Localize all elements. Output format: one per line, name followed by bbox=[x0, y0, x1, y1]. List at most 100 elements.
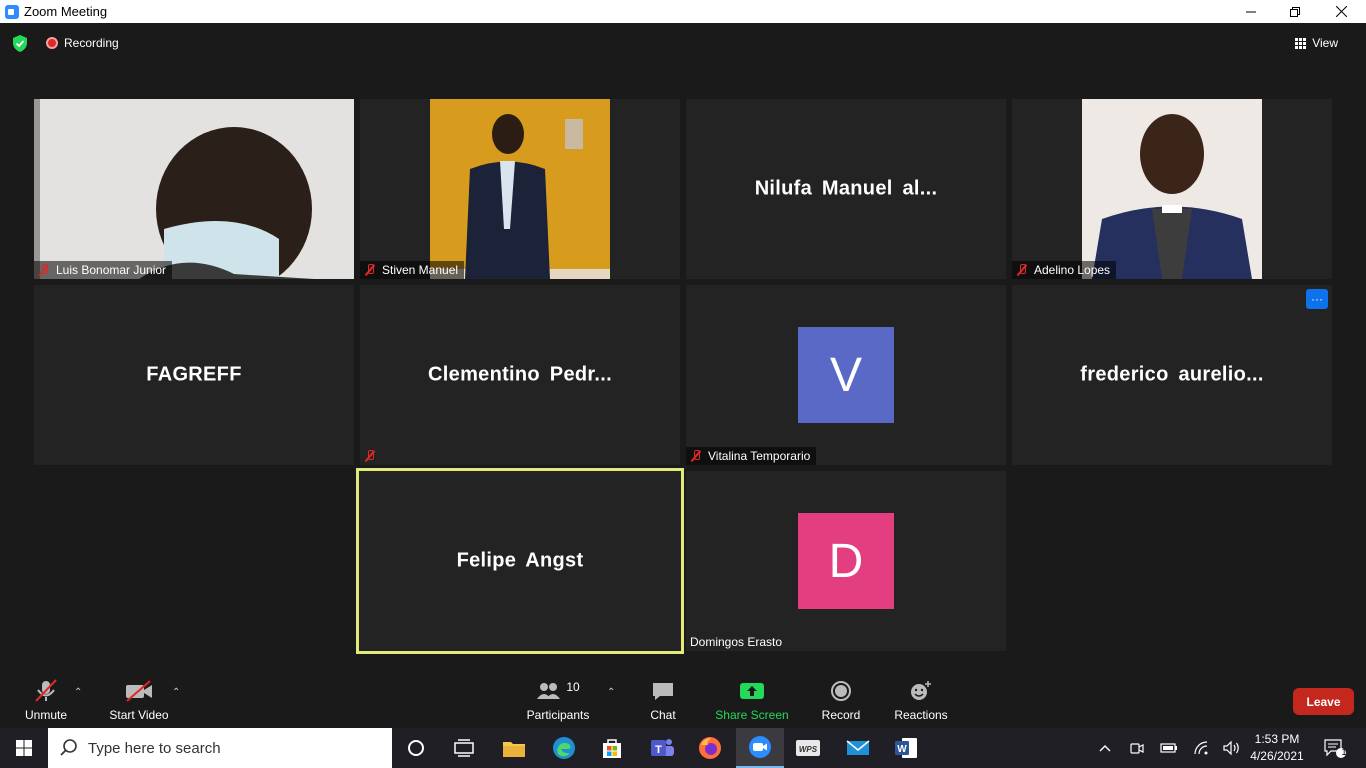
unmute-button[interactable]: Unmute bbox=[18, 677, 74, 728]
video-tile-stiven[interactable]: Stiven Manuel bbox=[360, 99, 680, 279]
volume-tray-button[interactable] bbox=[1221, 728, 1243, 768]
meet-now-tray-button[interactable] bbox=[1126, 728, 1148, 768]
share-screen-label: Share Screen bbox=[715, 708, 789, 722]
wps-office-button[interactable]: WPS bbox=[784, 728, 832, 768]
participants-options-caret-icon[interactable]: ⌃ bbox=[607, 687, 615, 698]
participant-name-label: Adelino Lopes bbox=[1012, 261, 1117, 279]
firefox-icon bbox=[699, 737, 721, 759]
teams-icon: T bbox=[651, 739, 674, 756]
teams-button[interactable]: T bbox=[638, 728, 686, 768]
participant-video bbox=[1082, 99, 1262, 279]
view-button[interactable]: View bbox=[1295, 36, 1338, 50]
participant-name: Domingos Erasto bbox=[690, 635, 783, 649]
word-icon: W bbox=[895, 738, 917, 758]
video-tile-felipe-active-speaker[interactable]: Felipe Angst bbox=[356, 468, 684, 654]
word-button[interactable]: W bbox=[882, 728, 930, 768]
recording-dot-icon bbox=[46, 37, 58, 49]
meeting-topbar: Recording View bbox=[0, 23, 1366, 63]
leave-button[interactable]: Leave bbox=[1293, 688, 1354, 715]
store-bag-icon bbox=[603, 739, 621, 758]
edge-icon bbox=[553, 737, 575, 759]
notification-count-badge: 1 bbox=[1341, 747, 1347, 757]
start-video-label: Start Video bbox=[109, 708, 169, 722]
record-label: Record bbox=[821, 708, 861, 722]
participant-name: Vitalina Temporario bbox=[708, 449, 811, 463]
clock-time: 1:53 PM bbox=[1254, 732, 1300, 746]
participant-name-label: Luis Bonomar Junior bbox=[34, 261, 173, 279]
firefox-button[interactable] bbox=[686, 728, 734, 768]
participant-name-label: Domingos Erasto bbox=[686, 633, 788, 651]
search-icon bbox=[60, 739, 77, 756]
svg-text:W: W bbox=[897, 744, 907, 755]
share-screen-button[interactable]: Share Screen bbox=[713, 677, 791, 728]
encryption-shield-icon[interactable] bbox=[12, 35, 28, 52]
view-label: View bbox=[1312, 36, 1338, 50]
video-tile-fagreff[interactable]: FAGREFF bbox=[34, 285, 354, 465]
mail-envelope-icon bbox=[846, 740, 870, 755]
video-tile-vitalina[interactable]: V Vitalina Temporario bbox=[686, 285, 1006, 465]
camera-tray-icon bbox=[1130, 743, 1144, 754]
participant-display-name: FAGREFF bbox=[146, 363, 242, 386]
participants-count: 10 bbox=[566, 680, 580, 694]
start-video-button[interactable]: Start Video bbox=[105, 677, 173, 728]
video-options-caret-icon[interactable]: ⌃ bbox=[172, 687, 180, 698]
zoom-taskbar-button[interactable] bbox=[736, 728, 784, 768]
participants-icon bbox=[537, 683, 561, 699]
search-placeholder: Type here to search bbox=[88, 739, 221, 757]
recording-label: Recording bbox=[64, 36, 119, 50]
participant-name: Stiven Manuel bbox=[382, 263, 459, 277]
reactions-button[interactable]: Reactions bbox=[892, 677, 950, 728]
speaker-volume-icon bbox=[1223, 741, 1239, 755]
participant-display-name: Nilufa Manuel al... bbox=[754, 177, 938, 200]
show-hidden-icons-button[interactable] bbox=[1094, 728, 1116, 768]
muted-mic-icon bbox=[364, 450, 376, 462]
meeting-toolbar: Unmute ⌃ Start Video ⌃ 10 Participants ⌃… bbox=[0, 677, 1366, 728]
video-tile-domingos[interactable]: D Domingos Erasto bbox=[686, 471, 1006, 651]
grid-view-icon bbox=[1295, 37, 1307, 49]
minimize-button[interactable] bbox=[1228, 0, 1274, 23]
microsoft-store-button[interactable] bbox=[588, 728, 636, 768]
audio-options-caret-icon[interactable]: ⌃ bbox=[74, 687, 82, 698]
video-tile-clementino[interactable]: Clementino Pedr... bbox=[360, 285, 680, 465]
minimize-icon bbox=[1246, 11, 1256, 12]
video-tile-frederico[interactable]: frederico aurelio... ··· bbox=[1012, 285, 1332, 465]
reactions-smiley-icon bbox=[911, 681, 931, 700]
recording-indicator[interactable]: Recording bbox=[46, 36, 119, 50]
chevron-up-icon bbox=[1099, 745, 1111, 752]
participants-button[interactable]: 10 Participants bbox=[522, 677, 594, 728]
close-icon bbox=[1335, 6, 1347, 17]
action-center-button[interactable]: 1 bbox=[1320, 728, 1350, 768]
participant-name-label: Vitalina Temporario bbox=[686, 447, 817, 465]
close-button[interactable] bbox=[1318, 0, 1364, 23]
restore-icon bbox=[1290, 6, 1300, 17]
restore-button[interactable] bbox=[1272, 0, 1318, 23]
battery-tray-button[interactable] bbox=[1158, 728, 1180, 768]
start-button[interactable] bbox=[0, 728, 48, 768]
record-button[interactable]: Record bbox=[818, 677, 864, 728]
cortana-button[interactable] bbox=[392, 728, 440, 768]
file-explorer-button[interactable] bbox=[490, 728, 538, 768]
reactions-label: Reactions bbox=[894, 708, 948, 722]
video-tile-adelino[interactable]: Adelino Lopes bbox=[1012, 99, 1332, 279]
participant-display-name: Clementino Pedr... bbox=[428, 363, 612, 386]
meeting-area: Recording View Luis Bonomar Junior Stive… bbox=[0, 23, 1366, 728]
share-screen-icon bbox=[740, 683, 764, 699]
zoom-icon bbox=[749, 736, 771, 758]
video-off-icon bbox=[126, 680, 152, 702]
wifi-tray-button[interactable] bbox=[1191, 728, 1213, 768]
folder-icon bbox=[503, 742, 525, 757]
chat-button[interactable]: Chat bbox=[643, 677, 683, 728]
taskbar-clock[interactable]: 1:53 PM 4/26/2021 bbox=[1244, 731, 1310, 765]
avatar: D bbox=[798, 513, 894, 609]
video-tile-luis[interactable]: Luis Bonomar Junior bbox=[34, 99, 354, 279]
more-options-button[interactable]: ··· bbox=[1306, 289, 1328, 309]
wps-icon: WPS bbox=[796, 740, 820, 756]
wifi-icon bbox=[1194, 741, 1208, 755]
cortana-circle-icon bbox=[408, 740, 424, 756]
mail-button[interactable] bbox=[834, 728, 882, 768]
video-tile-nilufa[interactable]: Nilufa Manuel al... bbox=[686, 99, 1006, 279]
edge-browser-button[interactable] bbox=[540, 728, 588, 768]
task-view-button[interactable] bbox=[440, 728, 488, 768]
zoom-app-icon bbox=[5, 4, 19, 19]
taskbar-search-box[interactable]: Type here to search bbox=[48, 728, 392, 768]
